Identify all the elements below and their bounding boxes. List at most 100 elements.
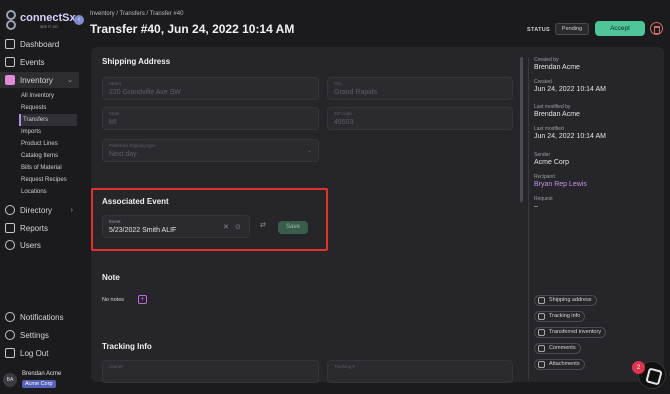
created-by-value: Brendan Acme xyxy=(534,64,580,71)
user-org-badge: Acme Corp xyxy=(22,380,56,388)
transferred-inventory-link-label: Transferred inventory xyxy=(549,329,602,335)
shipping-address-title: Shipping Address xyxy=(102,57,171,66)
nav-inventory[interactable]: Inventory ⌄ xyxy=(0,72,79,88)
logo-tagline: SEE IT. DO xyxy=(40,25,58,29)
nav-settings[interactable]: Settings xyxy=(0,327,79,343)
request-value: – xyxy=(534,203,538,210)
city-value: Grand Rapids xyxy=(334,89,378,96)
nav-reports-label: Reports xyxy=(20,223,49,233)
sub-catalog-items[interactable]: Catalog Items xyxy=(19,150,77,162)
state-label: State xyxy=(109,111,120,116)
sender-value: Acme Corp xyxy=(534,159,570,166)
page-title: Transfer #40, Jun 24, 2022 10:14 AM xyxy=(90,22,295,36)
sub-request-recipes[interactable]: Request Recipes xyxy=(19,174,77,186)
user-profile[interactable]: BA Brendan Acme Acme Corp xyxy=(0,366,79,394)
bell-icon xyxy=(5,312,15,322)
sub-requests[interactable]: Requests xyxy=(19,102,77,114)
shipping-address-link[interactable]: Shipping address xyxy=(534,295,597,306)
breadcrumb-current: Transfer #40 xyxy=(149,11,184,17)
nav-events-label: Events xyxy=(20,57,45,67)
nav-users[interactable]: Users xyxy=(0,237,79,253)
scrollbar[interactable] xyxy=(520,57,523,202)
user-name: Brendan Acme xyxy=(22,371,62,377)
transferred-inventory-link[interactable]: Transferred inventory xyxy=(534,327,607,338)
sub-product-lines[interactable]: Product Lines xyxy=(19,138,77,150)
shipping-type-value: Next day xyxy=(109,151,137,158)
avatar: BA xyxy=(3,373,17,387)
created-value: Jun 24, 2022 10:14 AM xyxy=(534,86,606,93)
tracking-number-field[interactable]: Tracking # xyxy=(327,360,513,383)
chevron-right-icon: › xyxy=(70,206,73,214)
zip-field[interactable]: ZIP code 49503 xyxy=(327,107,513,130)
nav-inventory-label: Inventory xyxy=(20,75,53,85)
truck-icon xyxy=(538,313,545,320)
chevron-down-icon: ⌄ xyxy=(306,148,312,154)
divider xyxy=(528,57,529,379)
gear-icon xyxy=(5,330,15,340)
sub-locations[interactable]: Locations xyxy=(19,186,77,198)
created-label: Created xyxy=(534,79,552,85)
carrier-label: Carrier xyxy=(109,364,123,369)
breadcrumb-transfers[interactable]: Transfers xyxy=(120,11,145,17)
tracking-info-title: Tracking Info xyxy=(102,342,152,351)
comment-icon xyxy=(538,345,545,352)
logout-icon xyxy=(5,348,15,358)
no-notes-text: No notes xyxy=(102,297,125,303)
nav-reports[interactable]: Reports xyxy=(0,220,79,236)
carrier-field[interactable]: Carrier xyxy=(102,360,319,383)
nav-settings-label: Settings xyxy=(20,330,49,340)
city-label: City xyxy=(334,81,342,86)
nav-logout[interactable]: Log Out xyxy=(0,345,79,361)
modified-by-value: Brendan Acme xyxy=(534,111,580,118)
sidebar-collapse-button[interactable]: ‹ xyxy=(74,15,84,25)
breadcrumb-inventory[interactable]: Inventory xyxy=(90,11,115,17)
nav-notifications[interactable]: Notifications xyxy=(0,309,79,325)
comments-link[interactable]: Comments xyxy=(534,343,581,354)
street-field[interactable]: Street 220 Grandville Ave SW xyxy=(102,77,319,100)
note-title: Note xyxy=(102,273,120,282)
trash-icon[interactable] xyxy=(650,22,663,35)
attachments-link[interactable]: Attachments xyxy=(534,359,585,370)
nav-directory-label: Directory xyxy=(20,205,53,215)
nav-directory[interactable]: Directory › xyxy=(0,202,79,218)
sidebar: connectSx SEE IT. DO Dashboard Events In… xyxy=(0,0,79,394)
help-notification-badge: 2 xyxy=(632,361,645,374)
nav-events[interactable]: Events xyxy=(0,54,79,70)
users-icon xyxy=(5,240,15,250)
sub-all-inventory[interactable]: All Inventory xyxy=(19,90,77,102)
logo-text: connectSx xyxy=(20,12,76,24)
state-value: MI xyxy=(109,119,117,126)
sub-bills-of-material[interactable]: Bills of Material xyxy=(19,162,77,174)
street-value: 220 Grandville Ave SW xyxy=(109,89,181,96)
transfer-icon xyxy=(538,329,545,336)
request-label: Request xyxy=(534,196,553,202)
nav-dashboard[interactable]: Dashboard xyxy=(0,36,79,52)
zip-label: ZIP code xyxy=(334,111,352,116)
city-field[interactable]: City Grand Rapids xyxy=(327,77,513,100)
shipping-type-label: Preferred shipping type xyxy=(109,143,156,148)
created-by-label: Created by xyxy=(534,57,559,63)
attachments-link-label: Attachments xyxy=(549,361,580,367)
tracking-number-label: Tracking # xyxy=(334,364,355,369)
chevron-down-icon: ⌄ xyxy=(67,77,73,84)
highlight-box xyxy=(91,188,328,251)
status-badge: Pending xyxy=(555,23,589,35)
tracking-info-link[interactable]: Tracking info xyxy=(534,311,586,322)
recipient-label: Recipient xyxy=(534,174,555,180)
shipping-type-select[interactable]: Preferred shipping type Next day ⌄ xyxy=(102,139,319,162)
home-icon xyxy=(538,297,545,304)
sub-imports[interactable]: Imports xyxy=(19,126,77,138)
sub-transfers[interactable]: Transfers xyxy=(19,114,77,126)
logo-mark-icon xyxy=(5,10,17,32)
add-note-button[interactable]: + xyxy=(138,295,147,304)
accept-button[interactable]: Accept xyxy=(595,21,645,36)
modified-label: Last modified xyxy=(534,126,564,132)
logo[interactable]: connectSx SEE IT. DO xyxy=(5,10,76,32)
shipping-address-link-label: Shipping address xyxy=(549,297,592,303)
nav-notifications-label: Notifications xyxy=(20,312,64,322)
zip-value: 49503 xyxy=(334,119,354,126)
state-field[interactable]: State MI xyxy=(102,107,319,130)
modified-by-label: Last modified by xyxy=(534,104,571,110)
recipient-link[interactable]: Bryan Rep Lewis xyxy=(534,181,587,188)
modified-value: Jun 24, 2022 10:14 AM xyxy=(534,133,606,140)
